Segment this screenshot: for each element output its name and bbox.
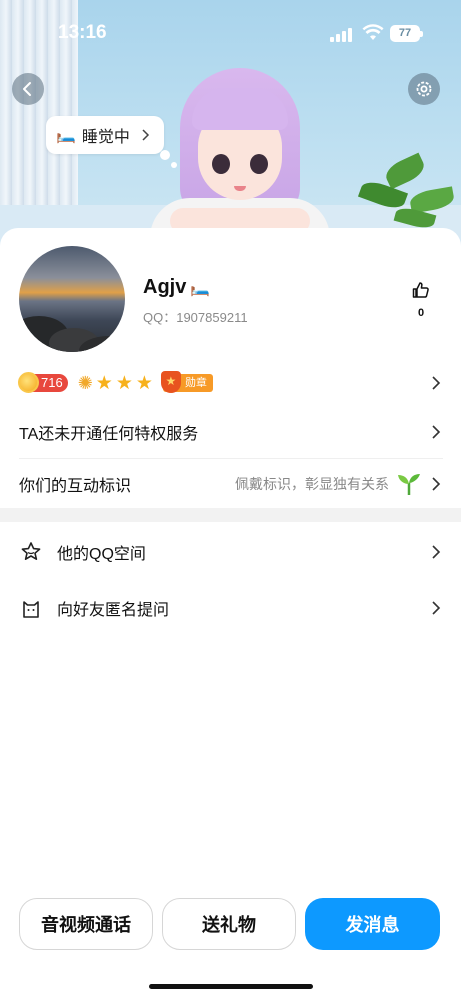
- plant-leaf: [382, 152, 428, 190]
- status-time: 13:16: [58, 22, 107, 43]
- privilege-row[interactable]: TA还未开通任何特权服务: [19, 418, 443, 446]
- chevron-right-icon: [429, 477, 443, 491]
- chevron-right-icon: [429, 425, 443, 439]
- section-separator: [0, 508, 461, 522]
- bubble-tail: [171, 162, 177, 168]
- avatar[interactable]: [19, 246, 125, 352]
- chevron-right-icon: [142, 129, 149, 141]
- status-text: 睡觉中: [81, 129, 130, 146]
- settings-button[interactable]: [408, 73, 440, 105]
- sun-icon: ✺: [77, 372, 93, 393]
- level-badges-row[interactable]: 716 ✺ ★ ★ ★ ★ 勋章: [18, 368, 443, 398]
- medal-badge: ★ 勋章: [160, 371, 213, 393]
- medal-label: 勋章: [184, 377, 207, 389]
- profile-card: Agjv 🛏️ QQ：1907859211 0 716 ✺ ★ ★ ★ ★ 勋章…: [0, 228, 461, 1000]
- star-icon: ★: [95, 372, 113, 394]
- anonymous-question-row[interactable]: 向好友匿名提问: [19, 594, 443, 622]
- qzone-star-icon: [19, 540, 43, 564]
- privilege-label: TA还未开通任何特权服务: [19, 426, 199, 443]
- bed-icon: 🛏️: [190, 279, 211, 297]
- star-icon: ★: [135, 372, 153, 394]
- nickname-text: Agjv: [143, 276, 187, 298]
- cat-face-icon: [19, 596, 43, 620]
- sprout-icon: [398, 474, 420, 495]
- gear-icon: [416, 81, 432, 97]
- coin-level-value: 716: [41, 375, 63, 390]
- avatar-character[interactable]: [150, 68, 330, 248]
- home-indicator[interactable]: [149, 984, 313, 989]
- like-button[interactable]: 0: [409, 280, 433, 319]
- chevron-right-icon: [429, 601, 443, 615]
- chevron-right-icon: [429, 545, 443, 559]
- medal-icon: ★: [160, 371, 181, 393]
- interaction-label: 你们的互动标识: [19, 478, 132, 495]
- interaction-marker-row[interactable]: 你们的互动标识 佩戴标识，彰显独有关系: [19, 470, 443, 498]
- qzone-label: 他的QQ空间: [57, 546, 146, 563]
- wifi-icon: [362, 24, 384, 40]
- thumbs-up-icon: [412, 282, 429, 298]
- chevron-right-icon: [429, 376, 443, 390]
- chevron-left-icon: [23, 82, 31, 96]
- coin-level-badge: 716: [18, 372, 68, 393]
- divider: [19, 458, 443, 459]
- like-count: 0: [417, 307, 425, 319]
- coin-icon: [18, 372, 39, 393]
- status-bar: 13:16 77: [0, 18, 461, 50]
- back-button[interactable]: [12, 73, 44, 105]
- video-call-button[interactable]: 音视频通话: [19, 898, 153, 950]
- send-gift-button[interactable]: 送礼物: [162, 898, 296, 950]
- bubble-tail: [160, 150, 170, 160]
- star-icon: ★: [115, 372, 133, 394]
- qq-number: QQ：1907859211: [143, 310, 248, 325]
- battery-icon: 77: [390, 25, 423, 42]
- anonymous-question-label: 向好友匿名提问: [57, 602, 170, 619]
- qzone-row[interactable]: 他的QQ空间: [19, 538, 443, 566]
- bed-icon: 🛏️: [56, 127, 76, 144]
- nickname: Agjv 🛏️: [143, 276, 210, 299]
- status-bubble[interactable]: 🛏️ 睡觉中: [46, 116, 164, 154]
- send-message-button[interactable]: 发消息: [305, 898, 440, 950]
- cellular-signal-icon: [330, 28, 352, 42]
- interaction-hint: 佩戴标识，彰显独有关系: [235, 476, 389, 492]
